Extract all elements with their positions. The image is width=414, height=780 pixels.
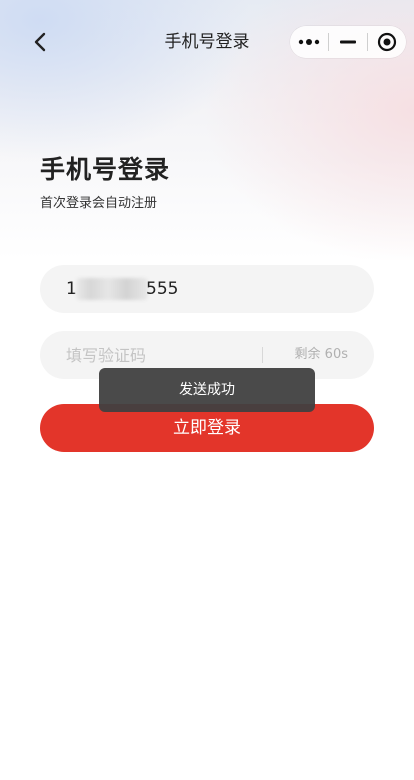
minimize-icon: [340, 40, 356, 44]
code-divider: [262, 347, 263, 363]
minimize-button[interactable]: [329, 26, 367, 58]
more-dots-icon: [298, 39, 320, 45]
mini-program-capsule: [290, 26, 406, 58]
toast-message: 发送成功: [99, 368, 315, 412]
page-title: 手机号登录: [40, 155, 171, 184]
phone-field[interactable]: 1 555: [40, 265, 374, 313]
page-heading: 手机号登录 首次登录会自动注册: [40, 150, 170, 211]
more-button[interactable]: [290, 26, 328, 58]
page-subtitle: 首次登录会自动注册: [40, 196, 158, 211]
target-circle-icon: [377, 32, 397, 52]
phone-suffix: 555: [146, 279, 179, 299]
navigation-bar: 手机号登录: [0, 22, 414, 62]
close-mini-program-button[interactable]: [368, 26, 406, 58]
phone-mask: [76, 278, 148, 300]
chevron-left-icon: [34, 32, 46, 52]
back-button[interactable]: [28, 30, 52, 54]
